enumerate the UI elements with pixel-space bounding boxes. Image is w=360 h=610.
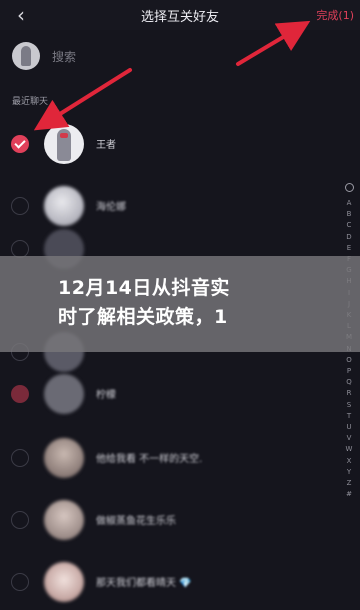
index-letter[interactable]: P xyxy=(344,366,354,377)
arrow-to-checkbox-icon xyxy=(33,68,132,131)
index-letter[interactable]: Z xyxy=(344,478,354,489)
contact-row[interactable]: 那天我们都看晴天 💎 xyxy=(0,559,340,605)
avatar xyxy=(44,500,84,540)
index-letter[interactable]: W xyxy=(344,444,354,455)
index-letter[interactable]: O xyxy=(344,355,354,366)
index-letter[interactable]: D xyxy=(344,232,354,243)
avatar xyxy=(44,562,84,602)
contact-name: 王者 xyxy=(96,140,116,151)
index-letter[interactable]: S xyxy=(344,400,354,411)
contact-name: 他给我看 不一样的天空. xyxy=(96,454,203,465)
contact-name: 海伦娜 xyxy=(96,202,126,213)
banner-text: 12月14日从抖音实 时了解相关政策，1 xyxy=(58,277,230,328)
index-letter[interactable]: V xyxy=(344,433,354,444)
page-title: 选择互关好友 xyxy=(140,10,219,25)
checkbox-checked[interactable] xyxy=(11,135,29,153)
checkbox[interactable] xyxy=(11,449,29,467)
contact-row[interactable]: 做椒蒸鱼花生乐乐 xyxy=(0,497,340,543)
avatar xyxy=(12,42,40,70)
index-letter[interactable]: # xyxy=(344,489,354,500)
contact-name: 那天我们都看晴天 💎 xyxy=(96,578,192,589)
avatar xyxy=(44,438,84,478)
checkbox-checked[interactable] xyxy=(11,385,29,403)
index-letter[interactable]: E xyxy=(344,243,354,254)
search-bar[interactable]: 搜索 xyxy=(0,36,360,74)
checkbox[interactable] xyxy=(11,511,29,529)
index-letter[interactable]: Y xyxy=(344,467,354,478)
section-title: 最近聊天 xyxy=(12,97,49,107)
checkbox[interactable] xyxy=(11,197,29,215)
index-letter[interactable]: B xyxy=(344,209,354,220)
contact-row[interactable]: 柠檬 xyxy=(0,371,340,417)
index-letter[interactable]: Q xyxy=(344,377,354,388)
index-letter[interactable]: T xyxy=(344,411,354,422)
contact-name: 柠檬 xyxy=(96,390,116,401)
top-bar: ‹ 选择互关好友 完成(1) xyxy=(0,0,360,30)
index-letter[interactable]: X xyxy=(344,456,354,467)
contact-row[interactable]: 海伦娜 xyxy=(0,183,340,229)
checkbox[interactable] xyxy=(11,573,29,591)
contact-row[interactable]: 他给我看 不一样的天空. xyxy=(0,435,340,481)
contact-name: 做椒蒸鱼花生乐乐 xyxy=(96,516,176,527)
contact-row[interactable]: 王者 xyxy=(0,121,340,167)
overlay-banner: 12月14日从抖音实 时了解相关政策，1 xyxy=(0,256,360,352)
avatar xyxy=(44,186,84,226)
avatar xyxy=(44,124,84,164)
index-letter[interactable]: U xyxy=(344,422,354,433)
avatar xyxy=(44,374,84,414)
clock-icon[interactable] xyxy=(344,183,354,192)
index-letter[interactable]: C xyxy=(344,220,354,231)
search-input[interactable]: 搜索 xyxy=(52,48,76,65)
index-letter[interactable]: A xyxy=(344,198,354,209)
index-letter[interactable]: R xyxy=(344,388,354,399)
done-button[interactable]: 完成(1) xyxy=(316,7,354,23)
